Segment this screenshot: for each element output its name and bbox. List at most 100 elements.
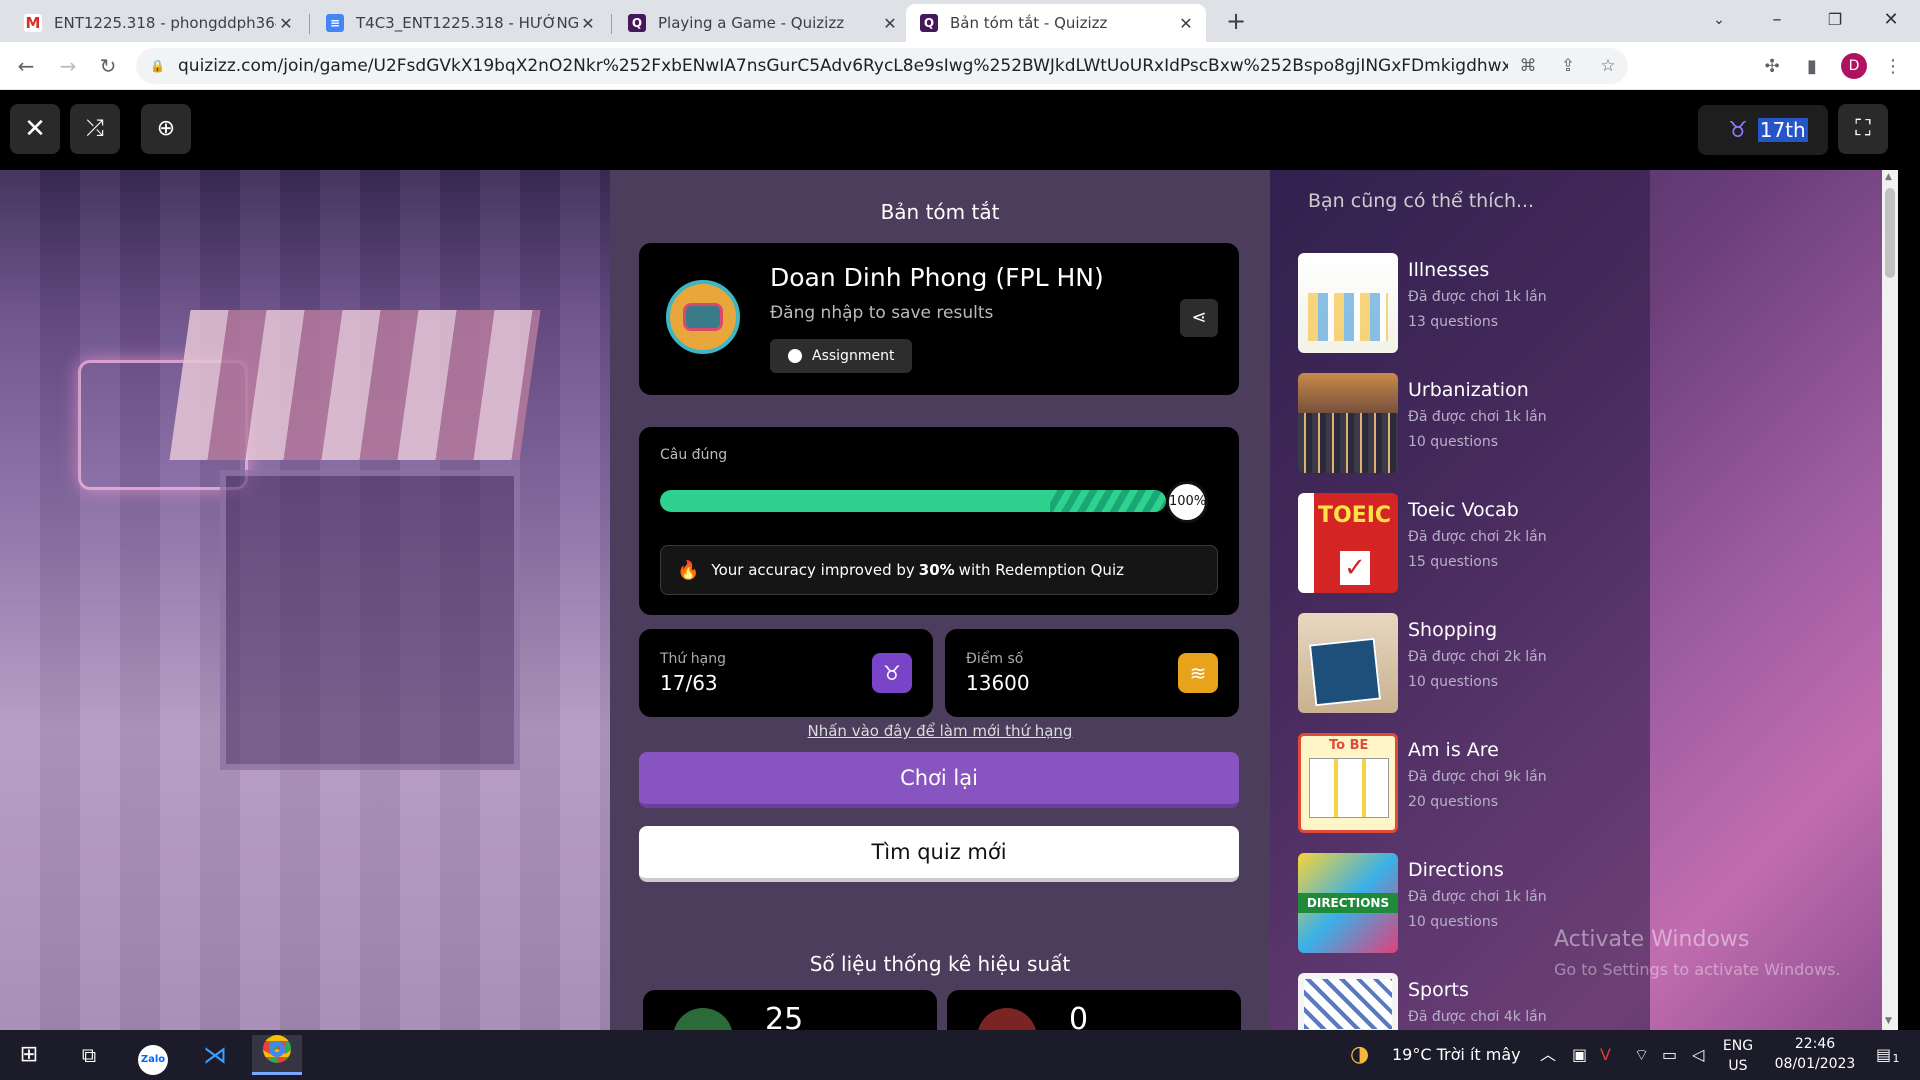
quizizz-icon: Q xyxy=(628,14,646,32)
summary-title: Bản tóm tắt xyxy=(880,200,1000,224)
device-icon[interactable]: ▣ xyxy=(1572,1030,1587,1080)
share-button[interactable]: ⋖ xyxy=(1180,299,1218,337)
side-panel-icon[interactable]: ▮ xyxy=(1799,54,1825,80)
rank-stat-card: Thứ hạng 17/63 ♉ xyxy=(639,629,933,717)
clock-date[interactable]: 08/01/2023 xyxy=(1770,1056,1860,1072)
wifi-icon[interactable]: ⌔ xyxy=(1634,1030,1649,1080)
close-icon[interactable]: ✕ xyxy=(1176,14,1196,33)
close-game-button[interactable]: ✕ xyxy=(10,104,60,154)
zalo-icon: Zalo xyxy=(138,1045,168,1075)
refresh-rank-link[interactable]: Nhấn vào đây để làm mới thứ hạng xyxy=(610,722,1270,740)
bookmark-star-icon[interactable]: ☆ xyxy=(1588,56,1628,76)
close-icon: ✕ xyxy=(24,114,46,144)
quiz-recommendation[interactable]: Urbanization Đã được chơi 1k lần 10 ques… xyxy=(1298,373,1678,473)
tab-title: Bản tóm tắt - Quizizz xyxy=(950,14,1108,32)
battery-icon[interactable]: ▭ xyxy=(1662,1030,1677,1080)
task-view-icon[interactable]: ⧉ xyxy=(64,1035,114,1075)
close-window-button[interactable]: ✕ xyxy=(1862,0,1920,40)
tab-title: T4C3_ENT1225.318 - HƯỚNG DẪ xyxy=(356,14,578,32)
quiz-recommendation[interactable]: Shopping Đã được chơi 2k lần 10 question… xyxy=(1298,613,1678,713)
share-page-icon[interactable]: ⇪ xyxy=(1548,56,1588,76)
weather-text[interactable]: 19°C Trời ít mây xyxy=(1392,1030,1521,1080)
chrome-app-icon[interactable] xyxy=(252,1035,302,1075)
quiz-thumbnail xyxy=(1298,253,1398,353)
quiz-recommendation[interactable]: Illnesses Đã được chơi 1k lần 13 questio… xyxy=(1298,253,1678,353)
quiz-title: Illnesses xyxy=(1408,259,1490,281)
assignment-label: Assignment xyxy=(812,348,895,364)
windows-start-icon[interactable]: ⊞ xyxy=(4,1035,54,1075)
translate-icon[interactable]: ⌘ xyxy=(1508,56,1548,76)
close-icon[interactable]: ✕ xyxy=(880,14,900,33)
quiz-thumbnail xyxy=(1298,973,1398,1030)
assignment-badge: Assignment xyxy=(770,339,913,373)
weather-icon[interactable]: ◑ xyxy=(1350,1030,1369,1080)
antivirus-icon[interactable]: V xyxy=(1600,1030,1611,1080)
clock-time[interactable]: 22:46 xyxy=(1770,1036,1860,1052)
correct-icon xyxy=(673,1008,733,1030)
tab-gmail[interactable]: M ENT1225.318 - phongddph3642( ✕ xyxy=(10,4,306,42)
forward-icon[interactable]: → xyxy=(54,52,82,80)
minimize-button[interactable]: – xyxy=(1748,0,1806,40)
shuffle-button[interactable]: ⤮ xyxy=(70,104,120,154)
tab-playing-game[interactable]: Q Playing a Game - Quizizz ✕ xyxy=(614,4,910,42)
login-prompt[interactable]: Đăng nhập to save results xyxy=(770,303,993,323)
language-indicator[interactable]: ENG xyxy=(1716,1038,1760,1054)
accuracy-progress-bar xyxy=(660,490,1166,512)
url-field[interactable]: 🔒 quizizz.com/join/game/U2FsdGVkX19bqX2n… xyxy=(136,48,1628,84)
thumbnail-text: TOEIC xyxy=(1318,503,1392,528)
quiz-plays: Đã được chơi 1k lần xyxy=(1408,889,1547,905)
tab-summary[interactable]: Q Bản tóm tắt - Quizizz ✕ xyxy=(906,4,1206,42)
tab-separator xyxy=(309,14,310,34)
book-spine xyxy=(1298,493,1314,593)
rank-value: 17/63 xyxy=(660,671,718,695)
player-avatar xyxy=(666,280,740,354)
back-icon[interactable]: ← xyxy=(12,52,40,80)
new-tab-button[interactable]: + xyxy=(1222,8,1250,36)
profile-avatar[interactable]: D xyxy=(1841,53,1867,79)
address-bar: ← → ↻ 🔒 quizizz.com/join/game/U2FsdGVkX1… xyxy=(0,42,1920,90)
quiz-questions: 15 questions xyxy=(1408,554,1499,570)
close-icon[interactable]: ✕ xyxy=(578,14,598,33)
quiz-recommendation[interactable]: Sports Đã được chơi 4k lần xyxy=(1298,973,1678,1030)
activate-windows-watermark: Activate Windows xyxy=(1554,927,1750,952)
zoom-in-icon: ⊕ xyxy=(156,116,176,141)
extensions-puzzle-icon[interactable]: ✣ xyxy=(1759,54,1785,80)
page-scrollbar[interactable]: ▲ ▼ xyxy=(1882,170,1898,1030)
correct-count: 25 xyxy=(765,1002,804,1030)
quiz-title: Urbanization xyxy=(1408,379,1529,401)
zoom-button[interactable]: ⊕ xyxy=(141,104,191,154)
quiz-questions: 10 questions xyxy=(1408,914,1499,930)
shop-awning xyxy=(169,310,541,460)
reload-icon[interactable]: ↻ xyxy=(94,52,122,80)
vscode-app-icon[interactable]: ⋊ xyxy=(190,1035,240,1075)
find-new-quiz-button[interactable]: Tìm quiz mới xyxy=(639,826,1239,882)
chrome-menu-icon[interactable]: ⋮ xyxy=(1880,54,1906,80)
scrollbar-thumb[interactable] xyxy=(1885,188,1895,278)
rank-badge-button[interactable]: ♉ 17th xyxy=(1698,105,1828,155)
quiz-recommendation[interactable]: TOEIC ✓ Toeic Vocab Đã được chơi 2k lần … xyxy=(1298,493,1678,593)
scroll-down-icon[interactable]: ▼ xyxy=(1885,1016,1892,1026)
scroll-up-icon[interactable]: ▲ xyxy=(1885,172,1892,182)
maximize-button[interactable]: ❐ xyxy=(1806,0,1864,40)
rank-badge-text: 17th xyxy=(1757,118,1808,142)
accuracy-progress-fill xyxy=(660,490,1166,512)
close-icon[interactable]: ✕ xyxy=(276,14,296,33)
tray-expand-icon[interactable]: ︿ xyxy=(1540,1030,1556,1080)
language-region[interactable]: US xyxy=(1716,1058,1760,1074)
quiz-recommendation[interactable]: To BE Am is Are Đã được chơi 9k lần 20 q… xyxy=(1298,733,1678,833)
tab-docs[interactable]: ≡ T4C3_ENT1225.318 - HƯỚNG DẪ ✕ xyxy=(312,4,608,42)
quiz-title: Shopping xyxy=(1408,619,1498,641)
sale-sign-image xyxy=(1308,637,1382,707)
quizizz-icon: Q xyxy=(920,14,938,32)
tab-search-icon[interactable]: ⌄ xyxy=(1690,0,1748,40)
performance-stats-title: Số liệu thống kê hiệu suất xyxy=(809,952,1071,976)
fullscreen-button[interactable]: ⛶ xyxy=(1838,104,1888,154)
play-again-button[interactable]: Chơi lại xyxy=(639,752,1239,808)
rank-label: Thứ hạng xyxy=(660,651,726,667)
zalo-app-icon[interactable]: Zalo xyxy=(128,1035,178,1075)
volume-icon[interactable]: ◁ xyxy=(1692,1030,1704,1080)
url-text[interactable]: quizizz.com/join/game/U2FsdGVkX19bqX2nO2… xyxy=(178,56,1508,76)
clock-icon xyxy=(788,349,802,363)
lock-icon: 🔒 xyxy=(150,59,165,73)
quiz-plays: Đã được chơi 1k lần xyxy=(1408,409,1547,425)
